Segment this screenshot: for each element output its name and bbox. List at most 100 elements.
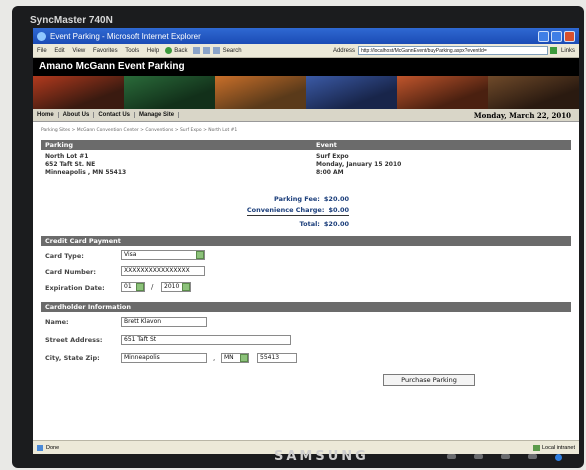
lot-address: North Lot #1 652 Taft St. NE Minneapolis… (45, 153, 126, 177)
name-input[interactable]: Brett Klavon (121, 317, 207, 327)
fee-summary: Parking Fee: $20.00 Convenience Charge: $0… (41, 192, 571, 232)
banner-photo-6 (488, 76, 579, 109)
menu-bar: File Edit View Favorites Tools Help (37, 48, 165, 54)
monitor-brand: SAMSUNG (274, 449, 369, 464)
payment-section: Credit Card Payment Card Type: Visa Card… (41, 236, 571, 296)
state-dropdown-icon[interactable] (240, 354, 248, 362)
card-number-row: Card Number: XXXXXXXXXXXXXXXX (41, 264, 571, 280)
street-row: Street Address: 651 Taft St (41, 332, 571, 350)
address-label: Address (332, 47, 355, 54)
card-type-label: Card Type: (45, 252, 84, 260)
total-label: Total: (299, 220, 320, 228)
back-arrow-icon (165, 47, 173, 54)
convenience-fee-label: Convenience Charge: (246, 206, 325, 214)
parking-section: Parking Event North Lot #1 652 Taft St. … (41, 140, 571, 232)
monitor-model: SyncMaster 740N (30, 15, 113, 26)
stop-icon[interactable] (192, 47, 200, 54)
payment-form: Card Type: Visa Card Number: XXXXXXXXXXX… (41, 246, 571, 296)
window-controls (538, 30, 575, 42)
web-page: Amano McGann Event Parking Home About Us… (33, 58, 579, 440)
menu-edit[interactable]: Edit (54, 48, 64, 54)
window-title: Event Parking - Microsoft Internet Explo… (50, 31, 201, 41)
header-banner (33, 76, 579, 109)
nav-contact-us[interactable]: Contact Us (94, 112, 136, 118)
banner-photo-1 (33, 76, 124, 109)
card-number-label: Card Number: (45, 268, 96, 276)
monitor-buttons (447, 454, 562, 461)
cardholder-form: Name: Brett Klavon Street Address: 651 T… (41, 312, 571, 368)
breadcrumb[interactable]: Parking Sites > McGann Convention Center… (41, 128, 571, 133)
site-header: Amano McGann Event Parking (33, 58, 579, 76)
total-row: Total: $20.00 (300, 220, 349, 228)
monitor-menu-button[interactable] (447, 454, 456, 459)
menu-file[interactable]: File (37, 48, 47, 54)
event-details: Surf Expo Monday, January 15 2010 8:00 A… (316, 153, 401, 177)
parking-section-header: Parking Event (41, 140, 571, 150)
menu-help[interactable]: Help (147, 48, 159, 54)
home-icon[interactable] (212, 47, 220, 54)
parking-fee-label: Parking Fee: (274, 195, 320, 203)
date-separator: / (151, 283, 154, 291)
menu-favorites[interactable]: Favorites (93, 48, 118, 54)
parking-fee-value: $20.00 (323, 195, 349, 203)
convenience-fee-row: Convenience Charge: $0.00 (246, 206, 349, 216)
search-button[interactable]: Search (223, 48, 242, 54)
links-button[interactable]: Links (561, 48, 575, 54)
address-bar: Address http://localhost/McGannEvent/buy… (333, 46, 575, 55)
exp-month-dropdown-icon[interactable] (136, 283, 144, 291)
name-label: Name: (45, 318, 69, 326)
main-content: Parking Sites > McGann Convention Center… (33, 122, 579, 388)
exp-year-dropdown-icon[interactable] (182, 283, 190, 291)
power-icon[interactable] (555, 454, 562, 461)
banner-photo-2 (124, 76, 215, 109)
street-label: Street Address: (45, 336, 103, 344)
parking-details: North Lot #1 652 Taft St. NE Minneapolis… (41, 150, 571, 192)
site-nav: Home About Us Contact Us Manage Site Mon… (33, 109, 579, 122)
payment-section-header: Credit Card Payment (41, 236, 571, 246)
total-value: $20.00 (323, 220, 349, 228)
refresh-icon[interactable] (202, 47, 210, 54)
event-heading: Event (316, 141, 337, 149)
purchase-parking-button[interactable]: Purchase Parking (383, 374, 475, 386)
purchase-area: Purchase Parking (41, 368, 571, 388)
lot-city: Minneapolis , MN 55413 (45, 169, 127, 176)
cardholder-section: Cardholder Information Name: Brett Klavo… (41, 302, 571, 368)
monitor-down-button[interactable] (474, 454, 483, 459)
parking-heading: Parking (45, 141, 74, 149)
city-state-zip-row: City, State Zip: Minneapolis , MN 55413 (41, 350, 571, 368)
name-row: Name: Brett Klavon (41, 314, 571, 332)
convenience-fee-value: $0.00 (328, 206, 349, 214)
close-button[interactable] (564, 30, 575, 42)
minimize-button[interactable] (538, 30, 549, 42)
banner-photo-3 (215, 76, 306, 109)
expiration-row: Expiration Date: 01 / 2010 (41, 280, 571, 296)
menu-view[interactable]: View (72, 48, 85, 54)
card-type-select[interactable]: Visa (121, 250, 205, 260)
monitor-source-button[interactable] (528, 454, 537, 459)
parking-fee-row: Parking Fee: $20.00 (274, 195, 349, 203)
lot-name: North Lot #1 (45, 153, 89, 160)
card-number-input[interactable]: XXXXXXXXXXXXXXXX (121, 266, 205, 276)
expiration-label: Expiration Date: (45, 284, 105, 292)
maximize-button[interactable] (551, 30, 562, 42)
card-type-dropdown-icon[interactable] (196, 251, 204, 259)
go-icon[interactable] (549, 47, 557, 54)
site-title-prefix: Amano McGann (39, 61, 116, 72)
monitor-bezel: SAMSUNG (12, 446, 584, 468)
card-type-row: Card Type: Visa (41, 248, 571, 264)
zip-input[interactable]: 55413 (257, 353, 297, 363)
nav-manage-site[interactable]: Manage Site (135, 112, 180, 118)
window-titlebar: Event Parking - Microsoft Internet Explo… (33, 28, 579, 44)
city-input[interactable]: Minneapolis (121, 353, 207, 363)
back-button[interactable]: Back (165, 47, 188, 54)
monitor-up-button[interactable] (501, 454, 510, 459)
event-name: Surf Expo (316, 153, 349, 160)
menu-tools[interactable]: Tools (125, 48, 139, 54)
banner-photo-4 (306, 76, 397, 109)
street-input[interactable]: 651 Taft St (121, 335, 291, 345)
address-input[interactable]: http://localhost/McGannEvent/buyParking.… (357, 46, 548, 55)
nav-about-us[interactable]: About Us (59, 112, 95, 118)
event-date: Monday, January 15 2010 (316, 161, 402, 168)
nav-home[interactable]: Home (33, 112, 59, 118)
current-date: Monday, March 22, 2010 (473, 110, 571, 120)
